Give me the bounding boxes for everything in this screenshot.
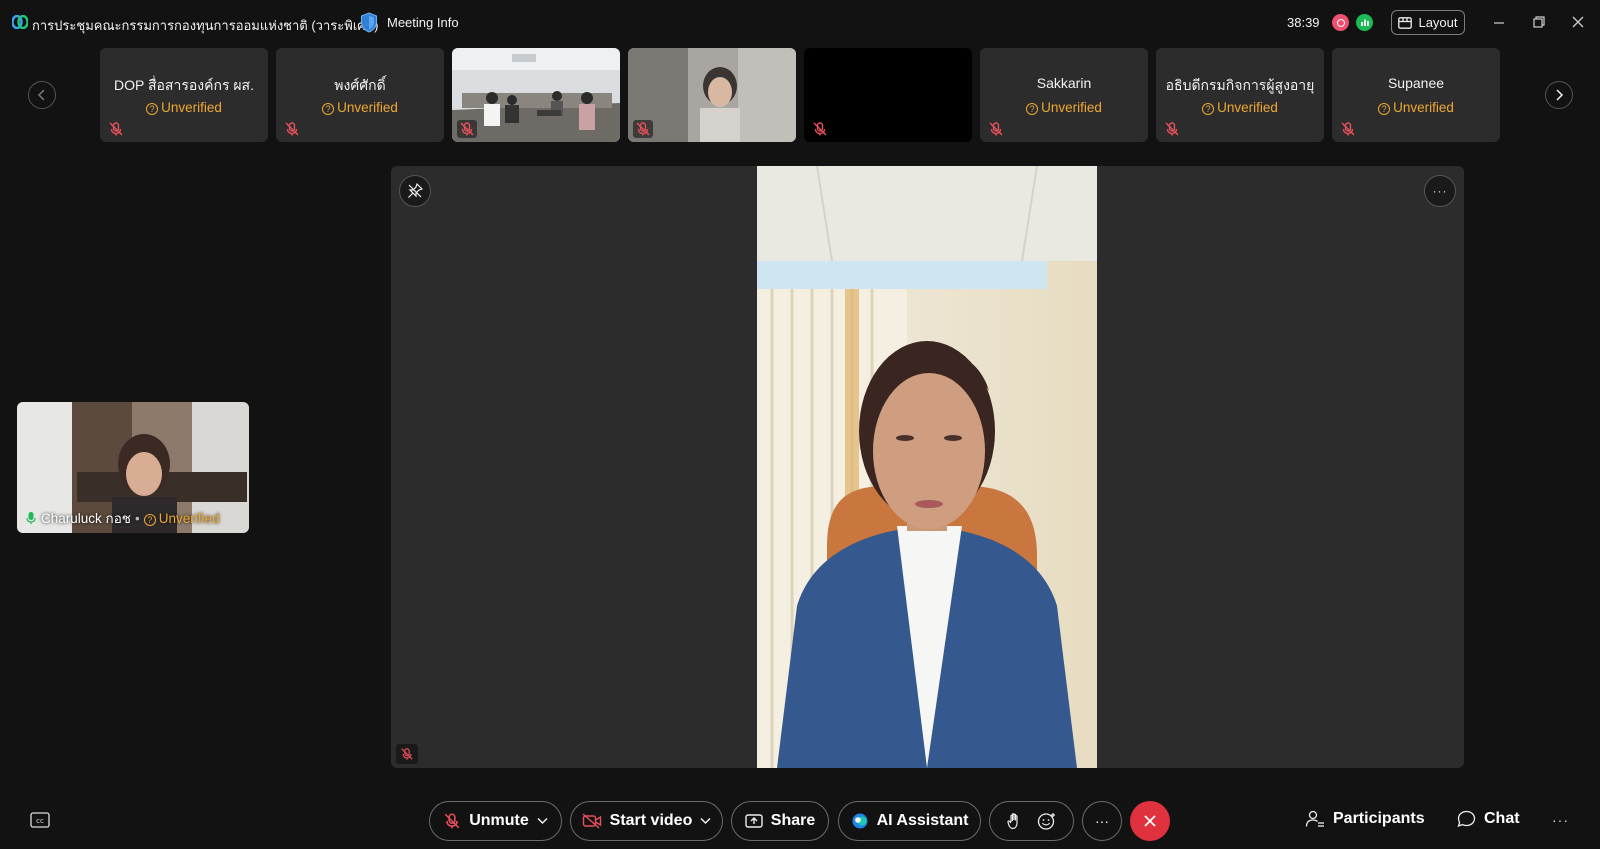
verification-status: ? Unverified [276, 100, 444, 115]
filmstrip-prev-button[interactable] [28, 81, 56, 109]
close-icon [1144, 815, 1156, 827]
unmute-label: Unmute [469, 812, 529, 829]
self-view-label: Charuluck กอช • ? Unverified [25, 507, 220, 529]
participant-name: Supanee [1387, 75, 1445, 91]
participant-name: Sakkarin [1036, 75, 1092, 91]
unpin-button[interactable] [399, 175, 431, 207]
participant-tile[interactable]: อธิบดีกรมกิจการผู้สูงอายุ ? Unverified [1156, 48, 1324, 142]
ai-assistant-button[interactable]: AI Assistant [838, 801, 981, 841]
mic-muted-icon [633, 120, 653, 138]
share-button[interactable]: Share [731, 801, 829, 841]
speaker-video [757, 166, 1097, 768]
mic-muted-icon [1165, 122, 1179, 136]
participant-tile[interactable]: Sakkarin ? Unverified [980, 48, 1148, 142]
participant-tile[interactable]: พงศ์ศักดิ์ ? Unverified [276, 48, 444, 142]
network-stats-icon[interactable] [1356, 14, 1373, 31]
conference-room-video [452, 48, 620, 142]
main-stage[interactable]: ··· [391, 166, 1464, 768]
layout-label: Layout [1418, 15, 1458, 30]
mic-muted-icon [813, 122, 827, 136]
ai-assistant-icon [852, 813, 868, 829]
mic-muted-icon [989, 122, 1003, 136]
video-off-icon [582, 813, 601, 829]
verification-status: ? Unverified [100, 100, 268, 115]
filmstrip-next-button[interactable] [1545, 81, 1573, 109]
webex-logo-icon [12, 15, 28, 29]
speaker-mic-muted [396, 744, 418, 764]
participant-video-tile[interactable] [804, 48, 972, 142]
chevron-down-icon[interactable] [537, 817, 548, 825]
question-icon: ? [1026, 103, 1039, 115]
active-speaker-video [757, 166, 1097, 768]
mic-muted-icon [457, 120, 477, 138]
participant-video [628, 48, 796, 142]
layout-icon [1398, 16, 1413, 29]
chat-icon [1457, 810, 1476, 828]
close-icon[interactable] [1570, 14, 1586, 30]
unmute-button[interactable]: Unmute [429, 801, 562, 841]
restore-icon[interactable] [1531, 14, 1547, 30]
question-icon: ? [1378, 103, 1391, 115]
participant-name: อธิบดีกรมกิจการผู้สูงอายุ [1165, 77, 1315, 93]
verification-status: ? Unverified [143, 511, 220, 526]
verification-status: ? Unverified [980, 100, 1148, 115]
stage-more-button[interactable]: ··· [1424, 175, 1456, 207]
participants-icon [1305, 810, 1324, 827]
chevron-right-icon [1556, 89, 1564, 101]
chevron-left-icon [37, 89, 45, 101]
question-icon: ? [146, 103, 159, 115]
meeting-timer: 38:39 [1287, 15, 1320, 30]
separator: • [134, 510, 140, 526]
ai-assistant-label: AI Assistant [876, 812, 969, 829]
reaction-emoji-icon[interactable] [1037, 812, 1057, 830]
participant-name: พงศ์ศักดิ์ [334, 77, 386, 93]
captions-icon[interactable]: cc [30, 812, 50, 828]
participant-tile[interactable]: DOP สื่อสารองค์กร ผส. ? Unverified [100, 48, 268, 142]
meeting-title: การประชุมคณะกรรมการกองทุนการออมแห่งชาติ … [32, 18, 379, 33]
chat-label: Chat [1484, 810, 1520, 827]
verification-status: ? Unverified [1332, 100, 1500, 115]
mic-muted-icon [401, 748, 413, 760]
unpin-icon [408, 183, 423, 198]
start-video-button[interactable]: Start video [570, 801, 723, 841]
meeting-info-button[interactable]: Meeting Info [387, 15, 459, 30]
participant-video-tile[interactable] [452, 48, 620, 142]
question-icon: ? [143, 513, 156, 526]
chevron-down-icon[interactable] [700, 817, 711, 825]
mic-on-icon [26, 512, 36, 524]
share-label: Share [770, 812, 816, 829]
self-view-tile[interactable]: Charuluck กอช • ? Unverified [17, 402, 249, 533]
minimize-icon[interactable] [1491, 14, 1507, 30]
chat-button[interactable]: Chat [1457, 810, 1520, 828]
raise-hand-icon[interactable] [1006, 812, 1023, 830]
title-bar: การประชุมคณะกรรมการกองทุนการออมแห่งชาติ … [0, 0, 1600, 46]
mic-muted-icon [109, 122, 123, 136]
verification-status: ? Unverified [1156, 100, 1324, 115]
participants-button[interactable]: Participants [1305, 810, 1425, 828]
overflow-menu-button[interactable]: ··· [1552, 812, 1569, 828]
more-options-button[interactable]: ··· [1082, 801, 1122, 841]
reactions-group [989, 801, 1074, 841]
shield-icon[interactable] [360, 12, 378, 33]
start-video-label: Start video [609, 812, 693, 829]
share-icon [745, 814, 763, 828]
recording-indicator-icon[interactable] [1332, 14, 1349, 31]
participants-label: Participants [1333, 810, 1425, 827]
layout-button[interactable]: Layout [1391, 10, 1465, 35]
participant-name: DOP สื่อสารองค์กร ผส. [114, 77, 254, 93]
question-icon: ? [1202, 103, 1215, 115]
mic-muted-icon [444, 813, 460, 829]
mic-muted-icon [1341, 122, 1355, 136]
leave-meeting-button[interactable] [1130, 801, 1170, 841]
mic-muted-icon [285, 122, 299, 136]
svg-text:cc: cc [36, 817, 44, 825]
participant-video-tile[interactable] [628, 48, 796, 142]
self-name: Charuluck กอช [41, 511, 131, 526]
question-icon: ? [322, 103, 335, 115]
participant-tile[interactable]: Supanee ? Unverified [1332, 48, 1500, 142]
